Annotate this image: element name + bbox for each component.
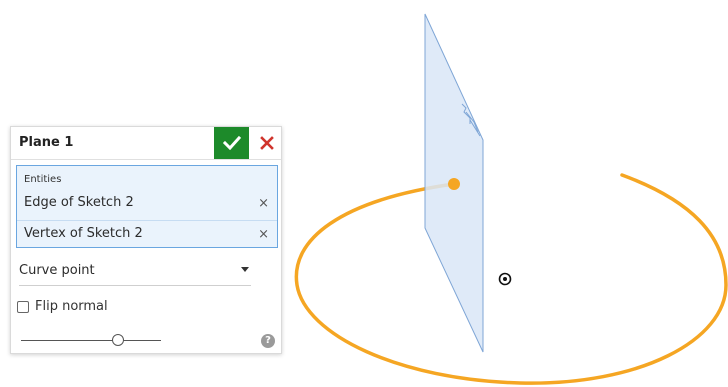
entity-label: Vertex of Sketch 2	[24, 226, 143, 241]
flip-normal-label: Flip normal	[35, 299, 108, 314]
slider-track	[21, 340, 161, 341]
remove-entity-icon[interactable]: ×	[258, 227, 269, 242]
plane-type-value: Curve point	[19, 263, 95, 278]
plane-feature-dialog: Plane 1 Entities Edge of Sketch 2 × Vert…	[10, 126, 282, 354]
close-icon	[260, 136, 274, 150]
caret-down-icon	[241, 267, 249, 272]
origin-icon[interactable]	[498, 272, 512, 286]
entities-label: Entities	[24, 174, 62, 185]
cancel-button[interactable]	[253, 127, 281, 159]
accept-button[interactable]	[214, 127, 249, 159]
dialog-header: Plane 1	[11, 127, 281, 160]
entity-item[interactable]: Edge of Sketch 2 ×	[17, 190, 277, 216]
entities-selection-field[interactable]: Entities Edge of Sketch 2 × Vertex of Sk…	[16, 165, 278, 248]
dialog-title: Plane 1	[19, 135, 74, 150]
plane-type-dropdown[interactable]: Curve point	[19, 259, 251, 286]
entity-item[interactable]: Vertex of Sketch 2 ×	[17, 220, 277, 247]
slider-thumb[interactable]	[111, 334, 124, 346]
flip-normal-checkbox[interactable]	[17, 301, 29, 313]
sketch-vertex-point[interactable]	[448, 178, 460, 190]
entity-label: Edge of Sketch 2	[24, 195, 134, 210]
checkmark-icon	[222, 136, 241, 150]
help-icon[interactable]: ?	[261, 334, 275, 348]
remove-entity-icon[interactable]: ×	[258, 196, 269, 211]
slider[interactable]	[21, 333, 161, 349]
